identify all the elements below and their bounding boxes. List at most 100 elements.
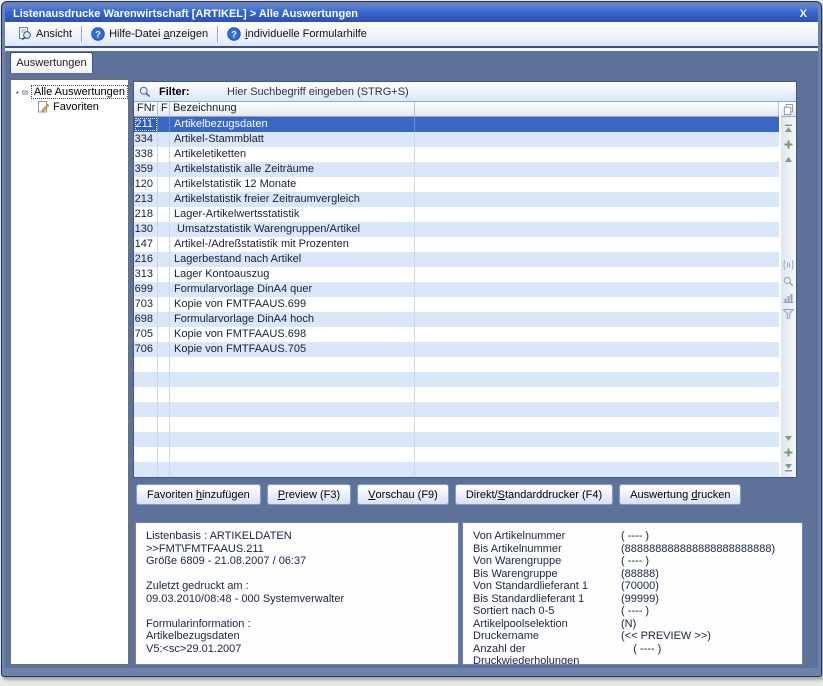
cell-fnr[interactable]: 213 (134, 192, 158, 207)
cell-empty[interactable] (415, 147, 779, 162)
cell-f[interactable] (158, 252, 170, 267)
cell-empty[interactable] (415, 282, 779, 297)
table-row[interactable]: 706 Kopie von FMTFAAUS.705 (134, 342, 779, 357)
table-row[interactable]: 699 Formularvorlage DinA4 quer (134, 282, 779, 297)
cell-empty[interactable] (415, 312, 779, 327)
cell-empty[interactable] (415, 252, 779, 267)
tree-item-favoriten[interactable]: Favoriten (37, 101, 128, 113)
cell-fnr[interactable]: 359 (134, 162, 158, 177)
scroll-bottom-icon[interactable] (784, 463, 793, 472)
table-row[interactable]: 120 Artikelstatistik 12 Monate (134, 177, 779, 192)
cell-f[interactable] (158, 177, 170, 192)
title-bar[interactable]: Listenausdrucke Warenwirtschaft [ARTIKEL… (5, 5, 818, 22)
cell-fnr[interactable]: 313 (134, 267, 158, 282)
cell-fnr[interactable]: 211 (134, 117, 158, 132)
step-up-icon[interactable] (784, 140, 793, 149)
cell-empty[interactable] (415, 132, 779, 147)
cell-bezeichnung[interactable]: Umsatzstatistik Warengruppen/Artikel (170, 222, 415, 237)
table-row[interactable]: 705 Kopie von FMTFAAUS.698 (134, 327, 779, 342)
cell-fnr[interactable]: 130 (134, 222, 158, 237)
column-header-fnr[interactable]: FNr (134, 102, 158, 116)
cell-fnr[interactable]: 706 (134, 342, 158, 357)
cell-f[interactable] (158, 222, 170, 237)
cell-empty[interactable] (415, 342, 779, 357)
table-row[interactable]: 313 Lager Kontoauszug (134, 267, 779, 282)
table-row[interactable]: 130 Umsatzstatistik Warengruppen/Artikel (134, 222, 779, 237)
action-button[interactable]: Preview (F3) (267, 484, 351, 505)
cell-empty[interactable] (415, 327, 779, 342)
copy-pages-icon[interactable] (783, 104, 794, 115)
table-row[interactable]: 218 Lager-Artikelwertsstatistik (134, 207, 779, 222)
cell-fnr[interactable]: 699 (134, 282, 158, 297)
cell-bezeichnung[interactable]: Kopie von FMTFAAUS.698 (170, 327, 415, 342)
tree-item-alle-auswertungen[interactable]: Alle Auswertungen (15, 85, 128, 99)
cell-fnr[interactable]: 705 (134, 327, 158, 342)
cell-bezeichnung[interactable]: Artikel-Stammblatt (170, 132, 415, 147)
cell-bezeichnung[interactable]: Lager-Artikelwertsstatistik (170, 207, 415, 222)
cell-f[interactable] (158, 237, 170, 252)
cell-f[interactable] (158, 162, 170, 177)
cell-fnr[interactable]: 120 (134, 177, 158, 192)
table-row[interactable]: 359 Artikelstatistik alle Zeiträume (134, 162, 779, 177)
cell-empty[interactable] (415, 237, 779, 252)
cell-f[interactable] (158, 207, 170, 222)
cell-f[interactable] (158, 117, 170, 132)
table-row[interactable]: 334 Artikel-Stammblatt (134, 132, 779, 147)
scrollbar-header[interactable] (781, 102, 796, 117)
cell-empty[interactable] (415, 267, 779, 282)
cell-f[interactable] (158, 297, 170, 312)
cell-f[interactable] (158, 267, 170, 282)
cell-bezeichnung[interactable]: Lagerbestand nach Artikel (170, 252, 415, 267)
table-scrollbar[interactable] (779, 102, 796, 477)
cell-fnr[interactable]: 147 (134, 237, 158, 252)
cell-bezeichnung[interactable]: Artikelbezugsdaten (170, 117, 415, 132)
filter-funnel-icon[interactable] (783, 309, 794, 319)
table-header[interactable]: FNr F Bezeichnung (134, 102, 779, 117)
cell-fnr[interactable]: 698 (134, 312, 158, 327)
table-row[interactable]: 698 Formularvorlage DinA4 hoch (134, 312, 779, 327)
cell-bezeichnung[interactable]: Artikelstatistik 12 Monate (170, 177, 415, 192)
step-down-icon[interactable] (784, 448, 793, 457)
cell-bezeichnung[interactable]: Kopie von FMTFAAUS.699 (170, 297, 415, 312)
cell-fnr[interactable]: 334 (134, 132, 158, 147)
cell-bezeichnung[interactable]: Artikel-/Adreßstatistik mit Prozenten (170, 237, 415, 252)
cell-f[interactable] (158, 342, 170, 357)
table-row[interactable]: 211 Artikelbezugsdaten (134, 117, 779, 132)
cell-empty[interactable] (415, 222, 779, 237)
action-button[interactable]: Vorschau (F9) (357, 484, 449, 505)
cell-empty[interactable] (415, 207, 779, 222)
cell-empty[interactable] (415, 192, 779, 207)
cell-f[interactable] (158, 282, 170, 297)
cell-bezeichnung[interactable]: Artikelstatistik freier Zeitraumvergleic… (170, 192, 415, 207)
table-row[interactable]: 338 Artikeletiketten (134, 147, 779, 162)
column-select-icon[interactable] (783, 260, 794, 270)
scroll-top-icon[interactable] (784, 124, 793, 133)
cell-empty[interactable] (415, 162, 779, 177)
cell-empty[interactable] (415, 297, 779, 312)
table-row[interactable]: 703 Kopie von FMTFAAUS.699 (134, 297, 779, 312)
cell-bezeichnung[interactable]: Formularvorlage DinA4 quer (170, 282, 415, 297)
table-row[interactable]: 213 Artikelstatistik freier Zeitraumverg… (134, 192, 779, 207)
action-button[interactable]: Favoriten hinzufügen (136, 484, 261, 505)
cell-bezeichnung[interactable]: Artikeletiketten (170, 147, 415, 162)
cell-f[interactable] (158, 132, 170, 147)
ansicht-button[interactable]: Ansicht (11, 25, 79, 43)
filter-input[interactable] (225, 85, 796, 99)
close-button[interactable]: X (797, 8, 810, 20)
cell-f[interactable] (158, 327, 170, 342)
cell-fnr[interactable]: 338 (134, 147, 158, 162)
table-row[interactable]: 216 Lagerbestand nach Artikel (134, 252, 779, 267)
column-header-f[interactable]: F (158, 102, 170, 116)
cell-bezeichnung[interactable]: Lager Kontoauszug (170, 267, 415, 282)
cell-f[interactable] (158, 147, 170, 162)
cell-empty[interactable] (415, 117, 779, 132)
scroll-up-icon[interactable] (784, 156, 793, 163)
tab-auswertungen[interactable]: Auswertungen (10, 52, 93, 73)
action-button[interactable]: Direkt/Standarddrucker (F4) (455, 484, 613, 505)
formularhilfe-button[interactable]: ? individuelle Formularhilfe (220, 25, 374, 43)
search-icon[interactable] (783, 276, 794, 287)
statistics-icon[interactable] (783, 293, 794, 303)
action-button[interactable]: Auswertung drucken (619, 484, 741, 505)
hilfe-datei-button[interactable]: ? Hilfe-Datei anzeigen (84, 25, 215, 43)
cell-fnr[interactable]: 216 (134, 252, 158, 267)
